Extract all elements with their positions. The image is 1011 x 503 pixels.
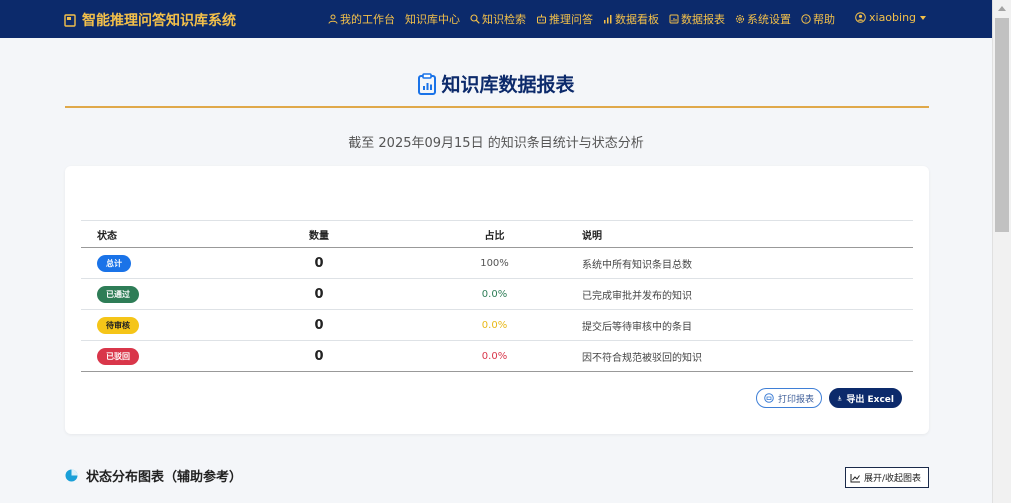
bar-chart-icon [604,15,612,24]
table-header-row: 状态 数量 占比 说明 [81,220,913,248]
percent-cell: 100% [407,247,582,279]
section-title-text: 状态分布图表（辅助参考） [86,470,243,485]
app-title: 智能推理问答知识库系统 [82,13,236,29]
robot-icon [537,14,546,24]
header-description: 说明 [582,220,913,248]
count-cell: 0 [231,278,407,310]
nav-label: 知识库中心 [405,13,460,26]
status-badge: 已驳回 [97,347,139,365]
count-cell: 0 [231,340,407,372]
print-icon [764,393,774,403]
toggle-chart-button[interactable]: 展开/收起图表 [845,467,929,488]
print-report-button[interactable]: 打印报表 [756,388,822,408]
count-cell: 0 [231,309,407,341]
top-navbar: 智能推理问答知识库系统 我的工作台 知识库中心 知识检索 推理问答 数据看板 数… [0,0,992,38]
nav-item-help[interactable]: ? 帮助 [801,11,835,27]
search-icon [470,14,480,24]
nav-label: 知识检索 [482,13,526,26]
count-cell: 0 [231,247,407,279]
toggle-label: 展开/收起图表 [864,474,922,484]
status-table: 状态 数量 占比 说明 总计 0 100% 系统中所有知识条目总数 已通过 0 … [81,220,913,372]
line-chart-icon [850,473,860,482]
page-scrollbar[interactable] [992,0,1011,503]
header-status: 状态 [81,220,231,248]
pie-chart-icon [65,469,78,482]
user-icon [328,14,338,24]
header-count: 数量 [231,220,407,248]
table-row: 待审核 0 0.0% 提交后等待审核中的条目 [81,309,913,341]
nav-label: 帮助 [813,13,835,26]
nav-item-dashboard[interactable]: 数据看板 [603,11,659,27]
scrollbar-thumb[interactable] [995,18,1009,232]
title-divider [65,106,929,108]
nav-item-workbench[interactable]: 我的工作台 [328,11,395,27]
table-row: 已通过 0 0.0% 已完成审批并发布的知识 [81,278,913,310]
nav-item-settings[interactable]: 系统设置 [735,11,791,27]
description-cell: 因不符合规范被驳回的知识 [582,340,913,372]
nav-item-reports[interactable]: 数据报表 [669,11,725,27]
nav-label: 数据报表 [681,13,725,26]
help-icon: ? [801,14,811,24]
status-badge: 待审核 [97,316,139,334]
export-excel-button[interactable]: 导出 Excel [829,388,902,408]
report-icon [669,14,679,24]
table-row: 已驳回 0 0.0% 因不符合规范被驳回的知识 [81,340,913,372]
percent-cell: 0.0% [407,340,582,372]
chart-section-title: 状态分布图表（辅助参考） [65,466,242,485]
description-cell: 系统中所有知识条目总数 [582,247,913,279]
username: xiaobing [869,11,917,24]
nav-item-knowledge-center[interactable]: 知识库中心 [405,11,460,27]
user-menu[interactable]: xiaobing [855,11,927,24]
nav-item-reasoning-qa[interactable]: 推理问答 [536,11,593,27]
main-nav: 我的工作台 知识库中心 知识检索 推理问答 数据看板 数据报表 系统设置 ? 帮… [328,11,845,27]
book-icon [64,13,76,27]
app-brand[interactable]: 智能推理问答知识库系统 [64,10,236,30]
description-cell: 已完成审批并发布的知识 [582,278,913,310]
clipboard-chart-icon [418,72,437,95]
percent-cell: 0.0% [407,309,582,341]
page-title-text: 知识库数据报表 [441,74,575,96]
percent-cell: 0.0% [407,278,582,310]
description-cell: 提交后等待审核中的条目 [582,309,913,341]
table-row: 总计 0 100% 系统中所有知识条目总数 [81,247,913,279]
export-label: 导出 Excel [846,394,894,405]
svg-text:?: ? [804,16,807,24]
nav-label: 我的工作台 [340,13,395,26]
user-circle-icon [855,12,866,23]
status-badge: 已通过 [97,285,139,303]
page-title: 知识库数据报表 [0,70,992,97]
nav-item-search[interactable]: 知识检索 [470,11,526,27]
download-icon [837,395,842,401]
gear-icon [735,14,745,24]
nav-label: 系统设置 [747,13,791,26]
print-label: 打印报表 [777,394,814,405]
status-badge: 总计 [97,254,131,272]
header-percent: 占比 [407,220,582,248]
scroll-up-icon[interactable] [998,6,1006,11]
chevron-down-icon [920,15,927,20]
page-subtitle: 截至 2025年09月15日 的知识条目统计与状态分析 [348,136,644,151]
nav-label: 推理问答 [549,13,593,26]
nav-label: 数据看板 [615,13,659,26]
